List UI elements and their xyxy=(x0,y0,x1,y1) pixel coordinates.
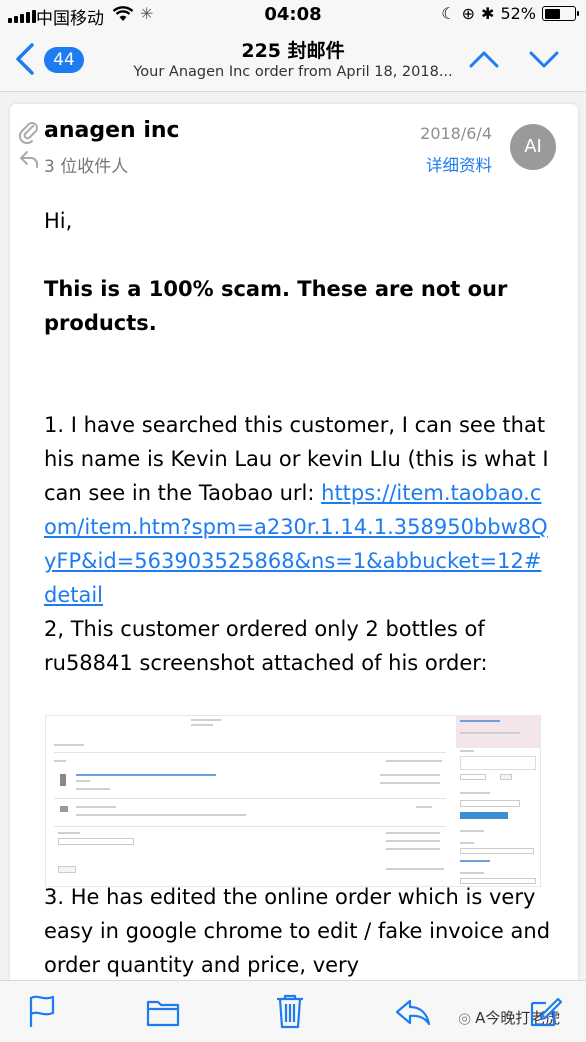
mailbox-title: 225 封邮件 xyxy=(241,40,345,62)
folder-icon[interactable] xyxy=(146,993,180,1029)
greeting: Hi, xyxy=(44,209,73,233)
unread-count-badge[interactable]: 44 xyxy=(44,47,84,73)
bluetooth-icon: ✱ xyxy=(481,4,495,23)
reply-icon[interactable] xyxy=(394,993,432,1029)
thread-subject: Your Anagen Inc order from April 18, 201… xyxy=(133,64,453,80)
chevron-down-icon[interactable] xyxy=(528,48,560,70)
order-screenshot-image[interactable] xyxy=(45,715,541,887)
headline: This is a 100% scam. These are not our p… xyxy=(44,277,508,335)
details-link[interactable]: 详细资料 xyxy=(426,152,492,176)
trash-icon[interactable] xyxy=(274,993,306,1029)
bottom-toolbar: ◎ A今晚打老虎 xyxy=(0,980,586,1042)
wechat-icon: ◎ xyxy=(458,1008,472,1027)
recipient-count[interactable]: 3 位收件人 xyxy=(44,152,128,177)
chevron-up-icon[interactable] xyxy=(468,48,500,70)
avatar[interactable]: AI xyxy=(510,124,556,170)
message-card: anagen inc 3 位收件人 2018/6/4 详细资料 AI Hi, T… xyxy=(10,104,578,984)
battery-icon xyxy=(542,6,579,21)
message-date: 2018/6/4 xyxy=(420,124,492,143)
point-2: 2, This customer ordered only 2 bottles … xyxy=(44,617,488,675)
navigation-bar: 44 225 封邮件 Your Anagen Inc order from Ap… xyxy=(0,30,586,92)
point-1: 1. I have searched this customer, I can … xyxy=(44,408,554,612)
battery-percent: 52% xyxy=(500,4,536,23)
paperclip-icon xyxy=(18,122,38,144)
flag-icon[interactable] xyxy=(26,993,58,1029)
compose-icon[interactable] xyxy=(528,993,562,1029)
sender-name[interactable]: anagen inc xyxy=(44,118,180,143)
moon-icon: ☾ xyxy=(441,4,456,23)
orientation-lock-icon: ⊕ xyxy=(461,4,476,23)
point-3: 3. He has edited the online order which … xyxy=(44,885,551,977)
back-chevron-icon[interactable] xyxy=(12,42,38,76)
status-bar: 中国移动 ✳ 04:08 ☾ ⊕ ✱ 52% xyxy=(0,0,586,30)
reply-icon xyxy=(20,151,38,168)
